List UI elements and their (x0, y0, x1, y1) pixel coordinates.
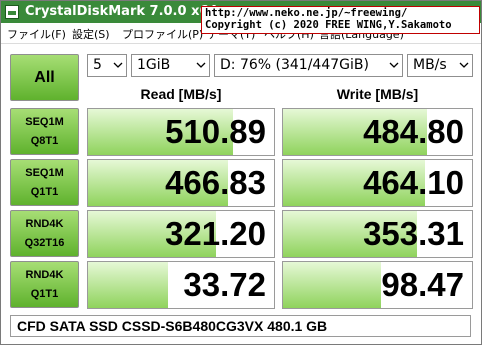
write-result-rnd4k-q1t1: 98.47 (282, 261, 473, 309)
test-button-rnd4k-q1t1[interactable]: RND4K Q1T1 (10, 261, 79, 308)
write-value: 464.10 (363, 164, 464, 201)
read-value: 33.72 (183, 266, 266, 303)
main-panel: All 5 1GiB D: 76% (341/447GiB) MB/s Read… (1, 44, 481, 344)
write-column-header: Write [MB/s] (336, 86, 419, 102)
chevron-down-icon (196, 62, 206, 68)
chevron-down-icon (113, 62, 123, 68)
window-title: CrystalDiskMark 7.0.0 x64 (25, 4, 218, 19)
copyright-text: Copyright (c) 2020 FREE WING,Y.Sakamoto (205, 19, 452, 31)
test-count-value: 5 (93, 57, 102, 73)
app-icon (5, 5, 19, 19)
copyright-url: http://www.neko.ne.jp/~freewing/ (205, 7, 408, 19)
test-name: RND4K (25, 268, 64, 281)
test-param: Q8T1 (30, 134, 59, 147)
write-result-seq1m-q1t1: 464.10 (282, 159, 473, 207)
drive-select[interactable]: D: 76% (341/447GiB) (214, 54, 403, 77)
test-name: SEQ1M (25, 115, 64, 128)
write-result-rnd4k-q32t16: 353.31 (282, 210, 473, 258)
test-button-seq1m-q1t1[interactable]: SEQ1M Q1T1 (10, 159, 79, 206)
write-value: 484.80 (363, 113, 464, 150)
unit-select[interactable]: MB/s (407, 54, 473, 77)
chevron-down-icon (459, 62, 469, 68)
test-param: Q1T1 (30, 185, 59, 198)
drive-value: D: 76% (341/447GiB) (220, 57, 369, 73)
read-result-rnd4k-q32t16: 321.20 (87, 210, 275, 258)
write-result-seq1m-q8t1: 484.80 (282, 108, 473, 156)
drive-info-bar: CFD SATA SSD CSSD-S6B480CG3VX 480.1 GB (10, 315, 471, 337)
test-param: Q1T1 (30, 287, 59, 300)
copyright-overlay: http://www.neko.ne.jp/~freewing/ Copyrig… (201, 6, 480, 34)
write-value: 353.31 (363, 215, 464, 252)
run-all-button[interactable]: All (10, 54, 79, 101)
read-value: 510.89 (165, 113, 266, 150)
test-count-select[interactable]: 5 (87, 54, 127, 77)
chevron-down-icon (389, 62, 399, 68)
write-value: 98.47 (381, 266, 464, 303)
read-value: 321.20 (165, 215, 266, 252)
unit-value: MB/s (413, 57, 447, 73)
test-size-select[interactable]: 1GiB (131, 54, 210, 77)
read-result-seq1m-q1t1: 466.83 (87, 159, 275, 207)
test-name: SEQ1M (25, 166, 64, 179)
test-button-rnd4k-q32t16[interactable]: RND4K Q32T16 (10, 210, 79, 257)
test-param: Q32T16 (24, 236, 65, 249)
menu-settings[interactable]: 設定(S) (72, 26, 110, 42)
test-name: RND4K (25, 217, 64, 230)
app-window: CrystalDiskMark 7.0.0 x64 http://www.nek… (0, 0, 482, 345)
read-result-rnd4k-q1t1: 33.72 (87, 261, 275, 309)
test-button-seq1m-q8t1[interactable]: SEQ1M Q8T1 (10, 108, 79, 155)
read-result-seq1m-q8t1: 510.89 (87, 108, 275, 156)
menu-file[interactable]: ファイル(F) (7, 26, 66, 42)
read-column-header: Read [MB/s] (140, 86, 222, 102)
write-level-bar (283, 262, 382, 308)
menu-profile[interactable]: プロファイル(P) (122, 26, 203, 42)
read-level-bar (88, 262, 168, 308)
test-size-value: 1GiB (137, 57, 171, 73)
read-value: 466.83 (165, 164, 266, 201)
